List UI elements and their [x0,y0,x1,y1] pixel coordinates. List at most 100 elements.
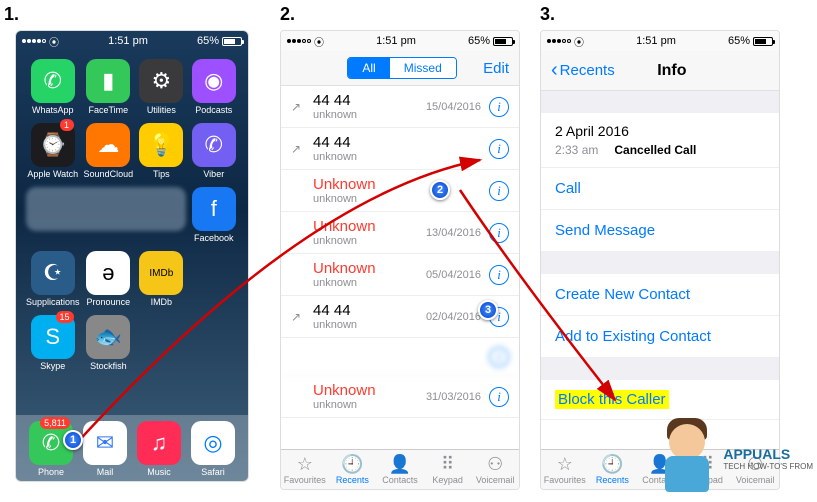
status-time: 1:51 pm [636,35,676,47]
recents-navbar: All Missed Edit [281,51,519,86]
app-icon: IMDb [139,251,183,295]
battery-icon [493,37,513,46]
app-viber[interactable]: ✆Viber [190,123,238,179]
info-button[interactable]: i [489,139,509,159]
app-label: Music [147,467,171,477]
keypad-icon: ⠿ [441,454,454,474]
call-row[interactable]: i [281,338,519,376]
watermark: APPUALS TECH HOW-TO'S FROM [657,418,813,498]
create-contact-action[interactable]: Create New Contact [541,274,779,316]
app-apple-watch[interactable]: ⌚Apple Watch1 [26,123,80,179]
call-date: 02/04/2016 [426,311,481,323]
wifi-icon: ⦿ [314,34,324,49]
tab-keypad[interactable]: ⠿Keypad [424,454,472,485]
app-facebook[interactable]: f Facebook [190,187,238,243]
call-date: 15/04/2016 [426,101,481,113]
badge: 5,811 [40,417,70,429]
call-row[interactable]: ↗44 44unknown15/04/2016i [281,86,519,128]
chevron-left-icon: ‹ [551,59,558,82]
info-button[interactable]: i [489,387,509,407]
app-icon: 🐟 [86,315,130,359]
call-date: 2 April 2016 [555,123,765,139]
badge: 15 [56,311,74,323]
app-skype[interactable]: SSkype15 [26,315,80,371]
watermark-sub: TECH HOW-TO'S FROM [723,462,813,471]
app-icon: ə [86,251,130,295]
app-icon: ✉ [83,421,127,465]
block-caller-action[interactable]: Block this Caller [541,380,779,420]
tab-voicemail[interactable]: ⚇Voicemail [471,454,519,485]
tab-favourites[interactable]: ☆Favourites [541,454,589,485]
app-label: Apple Watch [27,169,78,179]
status-bar: ⦿ 1:51 pm 65% [281,31,519,51]
info-button[interactable]: i [489,97,509,117]
call-action[interactable]: Call [541,168,779,210]
tab-recents[interactable]: 🕘Recents [329,454,377,485]
app-mail[interactable]: ✉Mail [80,421,130,477]
app-utilities[interactable]: ⚙Utilities [137,59,185,115]
call-name: 44 44 [313,134,481,151]
call-row[interactable]: ↗44 44unknowni [281,128,519,170]
call-row[interactable]: Unknownunknown13/04/2016 i [281,212,519,254]
call-sub: unknown [313,319,426,331]
call-date: 13/04/2016 [426,227,481,239]
favourites-icon: ☆ [557,454,573,474]
wifi-icon: ⦿ [574,34,584,49]
outgoing-icon: ↗ [291,310,307,324]
call-sub: unknown [313,193,481,205]
info-button[interactable]: i [489,347,509,367]
call-sub: unknown [313,109,426,121]
wifi-icon: ⦿ [49,34,59,49]
app-safari[interactable]: ◎ Safari [188,421,238,477]
send-message-action[interactable]: Send Message [541,210,779,252]
info-button[interactable]: i [489,181,509,201]
contacts-icon: 👤 [389,454,411,474]
tab-favourites[interactable]: ☆Favourites [281,454,329,485]
app-label: Facebook [194,233,234,243]
app-whatsapp[interactable]: ✆WhatsApp [26,59,80,115]
tab-recents[interactable]: 🕘Recents [589,454,637,485]
call-sub: unknown [313,235,426,247]
tab-label: Recents [596,475,629,485]
app-facetime[interactable]: ▮FaceTime [84,59,134,115]
app-label: WhatsApp [32,105,74,115]
app-label: Phone [38,467,64,477]
app-music[interactable]: ♫Music [134,421,184,477]
call-date: 05/04/2016 [426,269,481,281]
app-icon: ◉ [192,59,236,103]
app-icon: ▮ [86,59,130,103]
segment-missed[interactable]: Missed [390,58,456,78]
voicemail-icon: ⚇ [487,454,503,474]
call-name: Unknown [313,260,426,277]
app-label: Podcasts [195,105,232,115]
add-contact-action[interactable]: Add to Existing Contact [541,316,779,358]
app-supplications[interactable]: ☪Supplications [26,251,80,307]
call-list[interactable]: ↗44 44unknown15/04/2016i↗44 44unknowniUn… [281,86,519,418]
tab-contacts[interactable]: 👤Contacts [376,454,424,485]
step-3-label: 3. [540,4,555,25]
segment-all[interactable]: All [348,58,389,78]
app-soundcloud[interactable]: ☁SoundCloud [84,123,134,179]
status-time: 1:51 pm [108,35,148,47]
app-icon: ◎ [191,421,235,465]
call-row[interactable]: Unknownunknowni [281,170,519,212]
watermark-brand: APPUALS [723,446,813,462]
call-sub: unknown [313,151,481,163]
call-name: Unknown [313,218,426,235]
edit-button[interactable]: Edit [483,60,509,77]
app-imdb[interactable]: IMDbIMDb [137,251,185,307]
call-row[interactable]: Unknownunknown31/03/2016i [281,376,519,418]
app-label: Safari [201,467,225,477]
app-icon: f [192,187,236,231]
app-pronounce[interactable]: əPronounce [84,251,134,307]
app-podcasts[interactable]: ◉ Podcasts [190,59,238,115]
info-button[interactable]: i [489,223,509,243]
status-bar: ⦿ 1:51 pm 65% [541,31,779,51]
page-title: Info [575,62,769,80]
info-button[interactable]: i [489,265,509,285]
call-name: Unknown [313,382,426,399]
app-stockfish[interactable]: 🐟Stockfish [84,315,134,371]
app-tips[interactable]: 💡Tips [137,123,185,179]
app-icon: ☁ [86,123,130,167]
call-row[interactable]: Unknownunknown05/04/2016i [281,254,519,296]
